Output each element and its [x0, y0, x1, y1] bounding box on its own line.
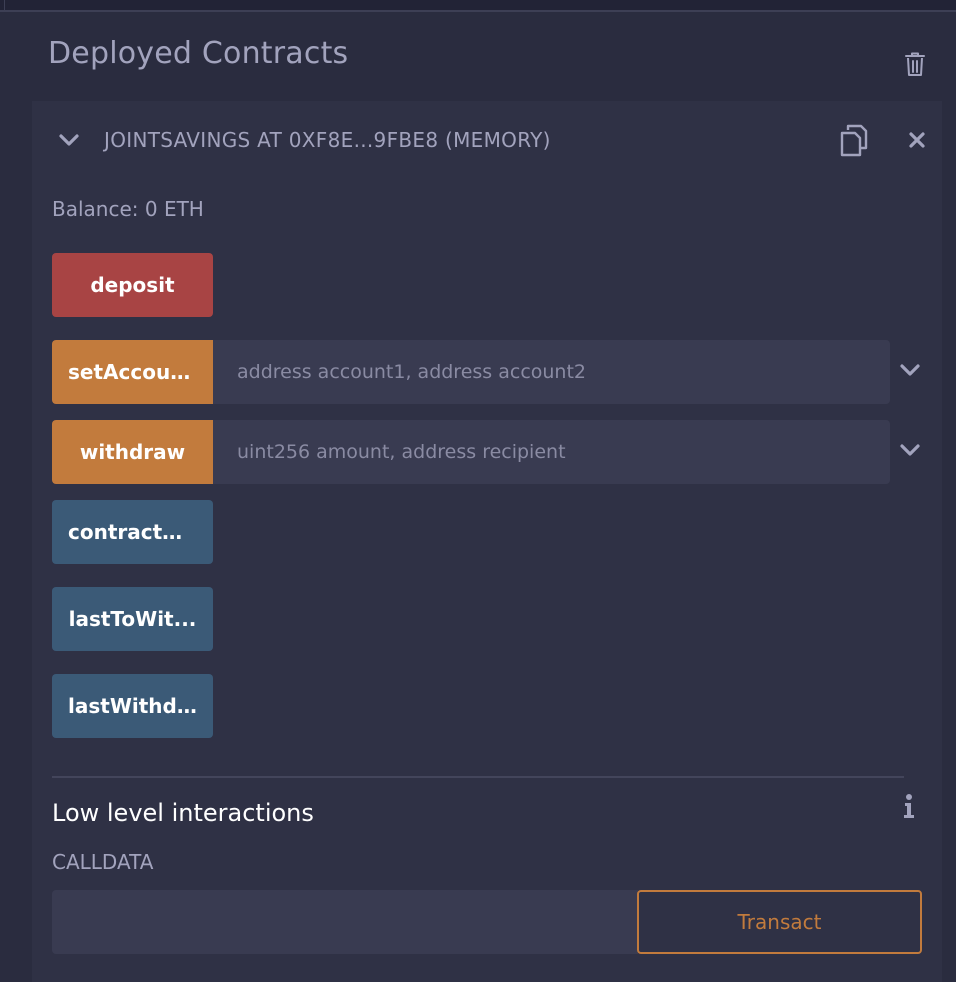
last-to-withdraw-button[interactable]: lastToWit... [52, 587, 213, 651]
copy-icon[interactable] [839, 123, 869, 157]
set-accounts-input[interactable] [213, 340, 890, 404]
close-icon[interactable] [908, 131, 926, 149]
withdraw-button[interactable]: withdraw [52, 420, 213, 484]
top-divider-edge [4, 0, 5, 12]
last-withdraw-amount-button[interactable]: lastWithdr... [52, 674, 213, 738]
chevron-down-icon[interactable] [58, 130, 80, 150]
section-divider [52, 776, 904, 778]
info-icon[interactable] [902, 793, 916, 819]
calldata-input[interactable] [52, 890, 638, 954]
chevron-down-icon[interactable] [899, 441, 921, 459]
deposit-button[interactable]: deposit [52, 253, 213, 317]
low-level-title: Low level interactions [52, 799, 314, 827]
section-title: Deployed Contracts [48, 36, 349, 71]
trash-icon[interactable] [903, 51, 927, 77]
contract-name: JOINTSAVINGS AT 0XF8E...9FBE8 (MEMORY) [104, 128, 551, 152]
deployed-contracts-panel: Deployed Contracts JOINTSAVINGS AT 0XF8E… [0, 0, 956, 982]
withdraw-input[interactable] [213, 420, 890, 484]
calldata-label: CALLDATA [52, 850, 154, 874]
top-divider [0, 0, 956, 12]
contract-balance: Balance: 0 ETH [52, 197, 204, 221]
set-accounts-button[interactable]: setAccounts [52, 340, 213, 404]
chevron-down-icon[interactable] [899, 361, 921, 379]
contract-balance-button[interactable]: contractBa... [52, 500, 213, 564]
transact-button[interactable]: Transact [637, 890, 922, 954]
